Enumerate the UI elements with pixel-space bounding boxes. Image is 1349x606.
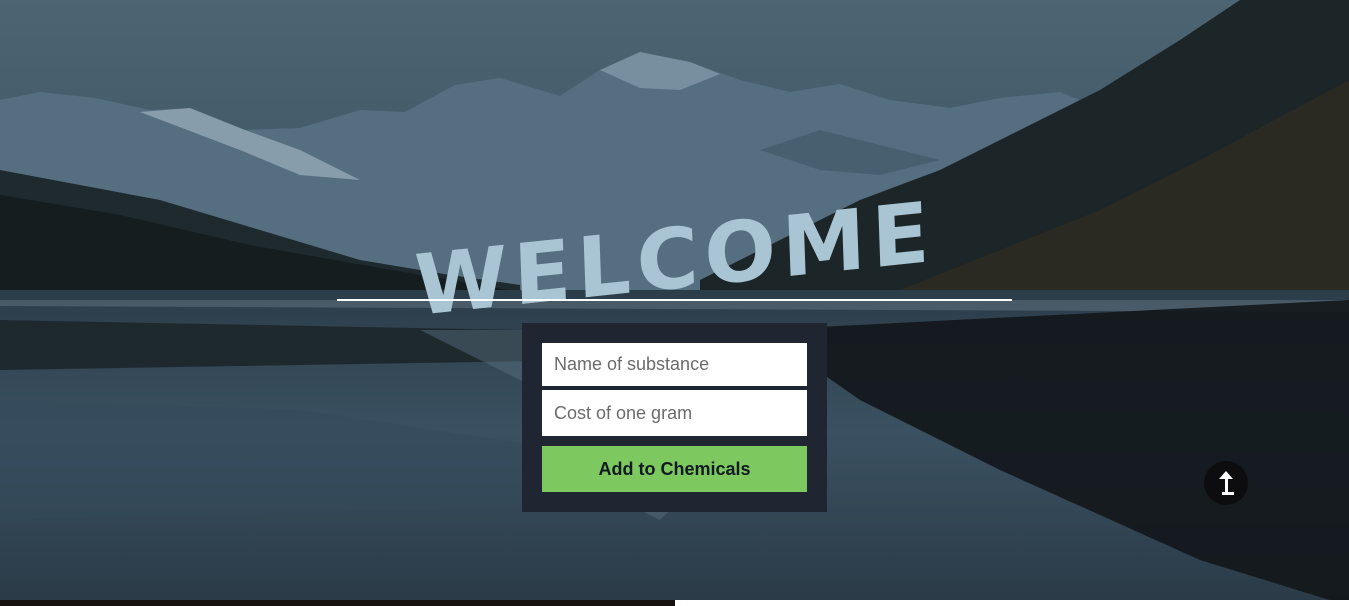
arrow-up-icon	[1219, 471, 1234, 495]
footer-strip-light	[675, 600, 1349, 606]
title-divider	[337, 299, 1012, 301]
welcome-title: WELCOME	[0, 183, 1349, 335]
substance-name-input[interactable]	[542, 343, 807, 389]
footer-strip-dark	[0, 600, 675, 606]
add-to-chemicals-button[interactable]: Add to Chemicals	[542, 446, 807, 492]
cost-per-gram-input[interactable]	[542, 390, 807, 436]
scroll-to-top-button[interactable]	[1204, 461, 1248, 505]
add-chemical-form: Add to Chemicals	[522, 323, 827, 512]
